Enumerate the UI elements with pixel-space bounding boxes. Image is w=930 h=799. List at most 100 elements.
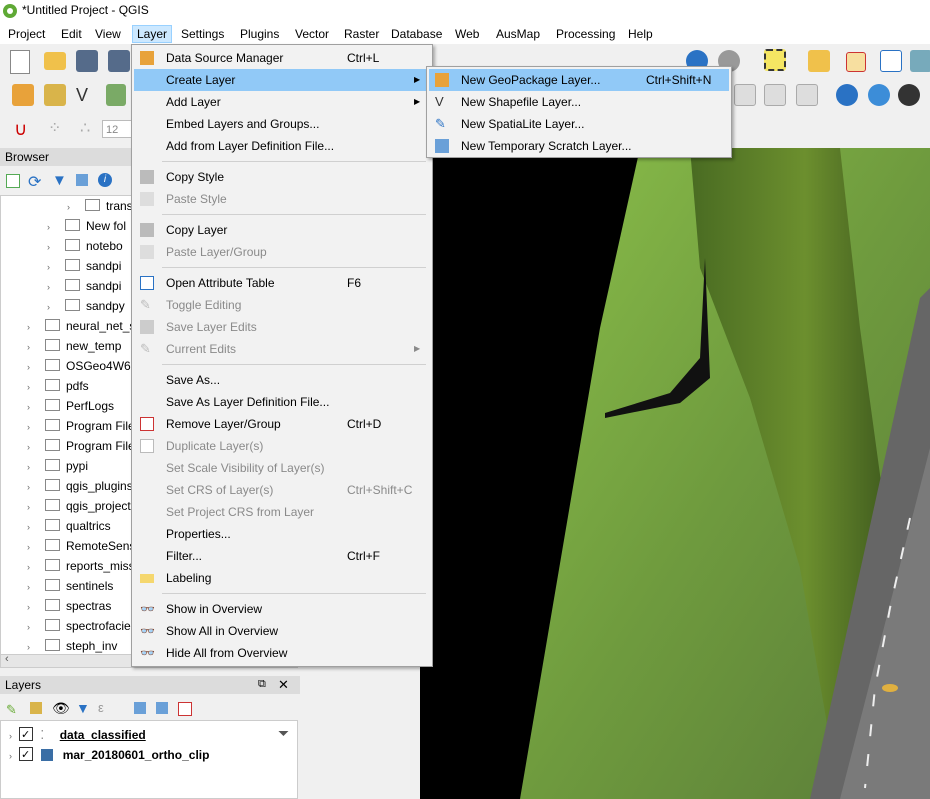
tree-item[interactable]: › sentinels: [27, 576, 113, 596]
select-features-icon[interactable]: [764, 49, 786, 71]
new-project-icon[interactable]: [10, 50, 30, 74]
menu-item-set-crs[interactable]: Set CRS of Layer(s) Ctrl+Shift+C: [134, 479, 430, 501]
menu-item-paste-style[interactable]: Paste Style: [134, 188, 430, 210]
close-panel-icon[interactable]: ✕: [278, 677, 289, 693]
tree-item[interactable]: › sandpi: [47, 276, 121, 296]
menu-item-new-shapefile-layer[interactable]: V New Shapefile Layer...: [429, 91, 729, 113]
save-project-icon[interactable]: [76, 50, 98, 72]
menu-item-show-all-in-overview[interactable]: 👓 Show All in Overview: [134, 620, 430, 642]
tree-item[interactable]: › New fol: [47, 216, 126, 236]
plugin-icon[interactable]: [898, 84, 920, 106]
menu-processing[interactable]: Processing: [552, 25, 619, 43]
menu-item-copy-style[interactable]: Copy Style: [134, 166, 430, 188]
tree-item[interactable]: › spectras: [27, 596, 111, 616]
tree-item[interactable]: › qgis_project: [27, 496, 131, 516]
tree-item[interactable]: › reports_miss: [27, 556, 135, 576]
tree-item[interactable]: › pdfs: [27, 376, 89, 396]
tree-item[interactable]: › spectrofacie: [27, 616, 131, 636]
layer-item-ortho[interactable]: › mar_20180601_ortho_clip: [9, 745, 209, 765]
remove-layer-icon[interactable]: [178, 702, 192, 716]
menu-item-save-layer-edits[interactable]: Save Layer Edits: [134, 316, 430, 338]
filter-funnel-icon[interactable]: ⏷: [278, 725, 289, 742]
menu-item-add-layer[interactable]: Add Layer ▶: [134, 91, 430, 113]
layer-item-data-classified[interactable]: › ⁚ data_classified: [9, 725, 146, 745]
tree-item[interactable]: › new_temp: [27, 336, 121, 356]
add-selected-layers-icon[interactable]: [6, 174, 20, 188]
tree-item[interactable]: › pypi: [27, 456, 88, 476]
menu-web[interactable]: Web: [451, 25, 483, 43]
snap-tolerance-input[interactable]: 12: [102, 120, 132, 138]
layer-visibility-checkbox[interactable]: [19, 725, 33, 745]
menu-ausmap[interactable]: AusMap: [492, 25, 544, 43]
menu-database[interactable]: Database: [387, 25, 446, 43]
menu-item-labeling[interactable]: Labeling: [134, 567, 430, 589]
menu-item-save-as[interactable]: Save As...: [134, 369, 430, 391]
add-group-icon[interactable]: [30, 702, 42, 714]
search-globe-icon[interactable]: [868, 84, 890, 106]
style-manager-icon[interactable]: ✎: [6, 702, 17, 718]
menu-item-new-geopackage-layer[interactable]: New GeoPackage Layer... Ctrl+Shift+N: [429, 69, 729, 91]
menu-item-properties[interactable]: Properties...: [134, 523, 430, 545]
menu-help[interactable]: Help: [624, 25, 657, 43]
collapse-all-layers-icon[interactable]: [156, 702, 168, 714]
menu-item-new-spatialite-layer[interactable]: ✎ New SpatiaLite Layer...: [429, 113, 729, 135]
float-panel-icon[interactable]: ⧉: [258, 678, 266, 691]
layer-tree[interactable]: › ⁚ data_classified › mar_20180601_ortho…: [0, 720, 298, 799]
scroll-left-icon[interactable]: ‹: [5, 653, 9, 665]
filter-expression-icon[interactable]: ε: [98, 700, 104, 715]
deselect-icon[interactable]: [846, 52, 866, 72]
menu-item-set-scale-visibility[interactable]: Set Scale Visibility of Layer(s): [134, 457, 430, 479]
menu-edit[interactable]: Edit: [57, 25, 86, 43]
attribute-table-icon[interactable]: [880, 50, 902, 72]
map-canvas[interactable]: [420, 148, 930, 799]
menu-plugins[interactable]: Plugins: [236, 25, 283, 43]
new-geopackage-icon[interactable]: [44, 84, 66, 106]
snapping-mode-icon[interactable]: ⁘: [48, 118, 70, 140]
globe-icon[interactable]: [836, 84, 858, 106]
menu-view[interactable]: View: [91, 25, 125, 43]
tree-item[interactable]: › PerfLogs: [27, 396, 114, 416]
info-icon[interactable]: i: [98, 173, 112, 187]
menu-item-remove-layer[interactable]: Remove Layer/Group Ctrl+D: [134, 413, 430, 435]
snapping-magnet-icon[interactable]: ∪: [14, 118, 36, 140]
select-by-value-icon[interactable]: [808, 50, 830, 72]
filter-legend-icon[interactable]: ▼: [76, 700, 90, 716]
menu-item-create-layer[interactable]: Create Layer ▶: [134, 69, 430, 91]
field-calculator-icon[interactable]: [910, 50, 930, 72]
menu-project[interactable]: Project: [4, 25, 49, 43]
label-rotate-icon[interactable]: [796, 84, 818, 106]
tree-item[interactable]: › OSGeo4W64: [27, 356, 137, 376]
edit-pencil-icon[interactable]: [106, 84, 126, 106]
menu-item-embed-layers[interactable]: Embed Layers and Groups...: [134, 113, 430, 135]
menu-item-filter[interactable]: Filter... Ctrl+F: [134, 545, 430, 567]
tree-item[interactable]: › RemoteSens: [27, 536, 135, 556]
menu-settings[interactable]: Settings: [177, 25, 228, 43]
menu-item-show-in-overview[interactable]: 👓 Show in Overview: [134, 598, 430, 620]
menu-raster[interactable]: Raster: [340, 25, 383, 43]
expand-all-icon[interactable]: [134, 702, 146, 714]
tree-item[interactable]: › qgis_plugins: [27, 476, 133, 496]
label-pin-icon[interactable]: [764, 84, 786, 106]
data-source-manager-icon[interactable]: [12, 84, 34, 106]
tree-item[interactable]: › steph_inv: [27, 636, 117, 654]
menu-item-save-as-definition[interactable]: Save As Layer Definition File...: [134, 391, 430, 413]
visibility-eye-icon[interactable]: 👁: [52, 700, 70, 717]
collapse-all-icon[interactable]: [76, 174, 88, 186]
menu-item-open-attribute-table[interactable]: Open Attribute Table F6: [134, 272, 430, 294]
open-project-icon[interactable]: [44, 52, 66, 70]
menu-item-hide-all-from-overview[interactable]: 👓 Hide All from Overview: [134, 642, 430, 664]
menu-layer[interactable]: Layer: [132, 25, 173, 43]
tree-item[interactable]: › sandpi: [47, 256, 121, 276]
snapping-type-icon[interactable]: ∴: [80, 118, 102, 140]
menu-item-paste-layer[interactable]: Paste Layer/Group: [134, 241, 430, 263]
tree-item[interactable]: › trans: [67, 196, 133, 216]
filter-icon[interactable]: ▼: [52, 172, 67, 189]
menu-item-set-project-crs[interactable]: Set Project CRS from Layer: [134, 501, 430, 523]
tree-item[interactable]: › Program File: [27, 436, 135, 456]
tree-item[interactable]: › qualtrics: [27, 516, 111, 536]
layer-visibility-checkbox[interactable]: [19, 745, 33, 765]
menu-vector[interactable]: Vector: [291, 25, 333, 43]
menu-item-add-from-definition[interactable]: Add from Layer Definition File...: [134, 135, 430, 157]
tree-item[interactable]: › Program File: [27, 416, 135, 436]
menu-item-data-source-manager[interactable]: Data Source Manager Ctrl+L: [134, 47, 430, 69]
